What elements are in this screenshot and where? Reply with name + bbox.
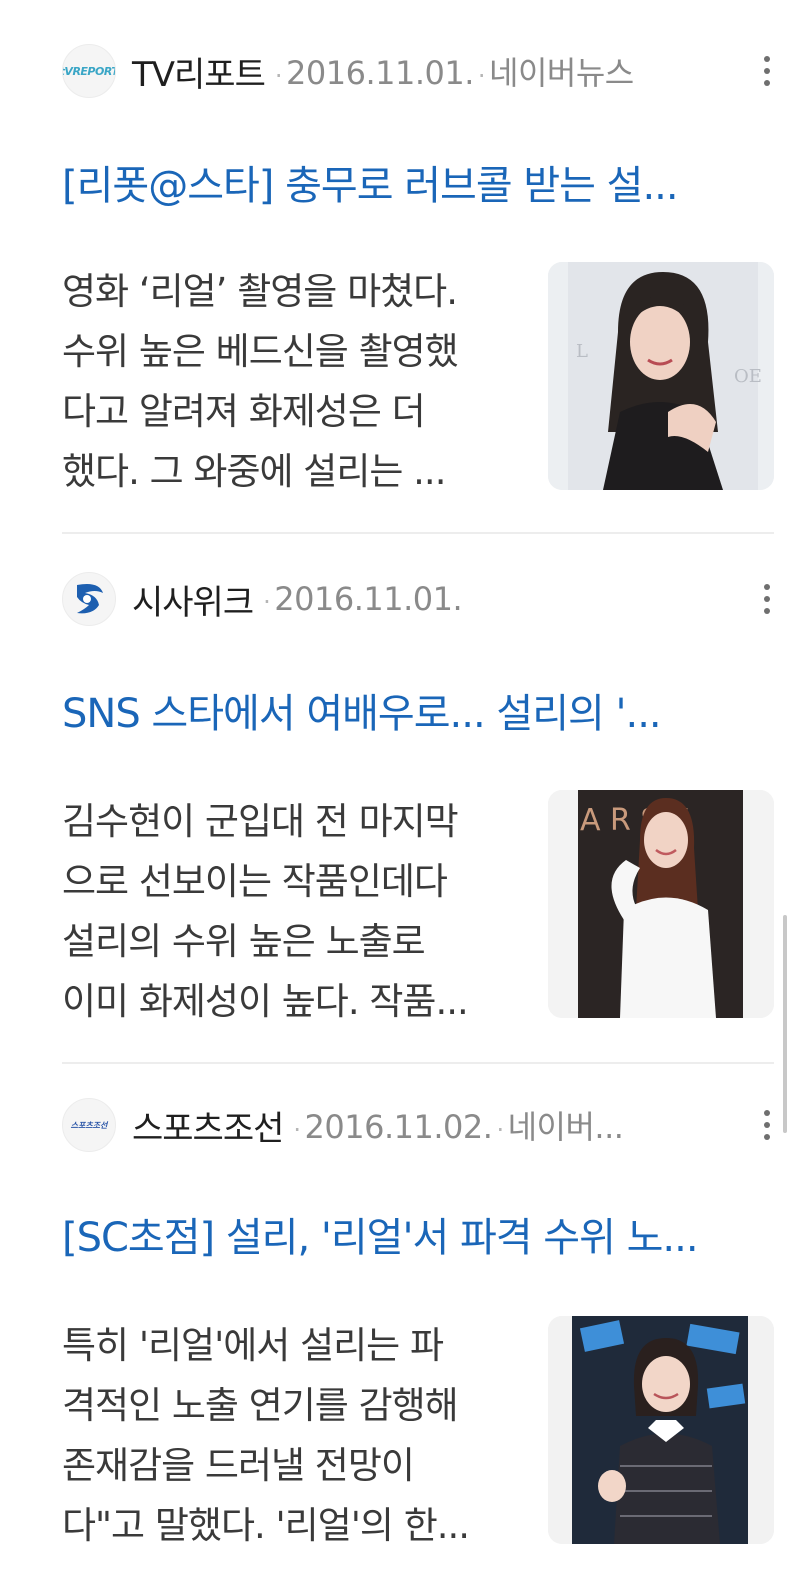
article-meta: · 2016.11.02. · 네이버... <box>293 1108 624 1146</box>
snippet-line: 존재감을 드러낼 전망이 <box>62 1444 415 1487</box>
article-source[interactable]: 네이버뉴스 <box>489 54 634 92</box>
article-headline[interactable]: SNS 스타에서 여배우로... 설리의 '... <box>62 686 772 742</box>
news-search-results: tVREPORT TV리포트 · 2016.11.01. · 네이버뉴스 [리폿@스타… <box>0 0 800 1592</box>
more-dot <box>764 68 770 74</box>
article-snippet[interactable]: 영화 ‘리얼’ 촬영을 마쳤다. 수위 높은 베드신을 촬영했 다고 알려져 화… <box>62 262 532 502</box>
more-dot <box>764 56 770 62</box>
article-snippet[interactable]: 김수현이 군입대 전 마지막 으로 선보이는 작품인데다 설리의 수위 높은 노… <box>62 792 532 1032</box>
source-row: tVREPORT TV리포트 · 2016.11.01. · 네이버뉴스 <box>62 42 782 100</box>
article-meta: · 2016.11.01. · 네이버뉴스 <box>274 54 634 92</box>
article-date: 2016.11.02. <box>304 1108 493 1146</box>
snippet-line: 수위 높은 베드신을 촬영했 <box>62 330 459 373</box>
more-dot <box>764 1122 770 1128</box>
divider <box>62 1062 774 1064</box>
article-headline[interactable]: [리폿@스타] 충무로 러브콜 받는 설... <box>62 158 772 214</box>
press-logo[interactable]: 스포츠조선 <box>62 1098 116 1152</box>
press-logo[interactable] <box>62 572 116 626</box>
snippet-line: 이미 화제성이 높다. 작품... <box>62 980 469 1023</box>
more-dot <box>764 80 770 86</box>
snippet-line: 했다. 그 와중에 설리는 ... <box>62 450 446 493</box>
scrollbar[interactable] <box>783 915 787 1133</box>
article-meta: · 2016.11.01. <box>263 580 463 618</box>
snippet-line: 다고 알려져 화제성은 더 <box>62 390 426 433</box>
more-dot <box>764 608 770 614</box>
article-thumbnail[interactable]: A R S T <box>548 790 774 1018</box>
snippet-line: 설리의 수위 높은 노출로 <box>62 920 426 963</box>
more-dot <box>764 584 770 590</box>
article-date: 2016.11.01. <box>286 54 474 92</box>
more-dot <box>764 1134 770 1140</box>
article-snippet[interactable]: 특히 '리얼'에서 설리는 파 격적인 노출 연기를 감행해 존재감을 드러낼 … <box>62 1316 532 1556</box>
article-source[interactable]: 네이버... <box>508 1108 624 1146</box>
press-name[interactable]: 시사위크 <box>132 575 254 624</box>
article-headline[interactable]: [SC초점] 설리, '리얼'서 파격 수위 노... <box>62 1210 772 1266</box>
snippet-line: 격적인 노출 연기를 감행해 <box>62 1384 459 1427</box>
sisaweek-logo-icon <box>77 584 103 614</box>
svg-text:OE: OE <box>734 366 762 387</box>
press-logo-text: 스포츠조선 <box>70 1120 108 1130</box>
divider <box>62 532 774 534</box>
more-options-button[interactable] <box>752 50 782 92</box>
source-row: 시사위크 · 2016.11.01. <box>62 570 782 628</box>
more-options-button[interactable] <box>752 578 782 620</box>
press-name[interactable]: 스포츠조선 <box>132 1101 284 1150</box>
press-name[interactable]: TV리포트 <box>132 47 266 96</box>
thumbnail-photo: A R S T <box>548 790 774 1018</box>
snippet-line: 특히 '리얼'에서 설리는 파 <box>62 1324 444 1367</box>
more-dot <box>764 596 770 602</box>
press-logo[interactable]: tVREPORT <box>62 44 116 98</box>
press-logo-text: tVREPORT <box>62 64 116 78</box>
snippet-line: 영화 ‘리얼’ 촬영을 마쳤다. <box>62 270 458 313</box>
article-thumbnail[interactable] <box>548 1316 774 1544</box>
more-options-button[interactable] <box>752 1104 782 1146</box>
snippet-line: 으로 선보이는 작품인데다 <box>62 860 448 903</box>
article-date: 2016.11.01. <box>274 580 463 618</box>
snippet-line: 다"고 말했다. '리얼'의 한... <box>62 1504 470 1547</box>
svg-text:L: L <box>576 341 588 362</box>
article-thumbnail[interactable]: L OE <box>548 262 774 490</box>
thumbnail-photo: L OE <box>548 262 774 490</box>
thumbnail-photo <box>548 1316 774 1544</box>
snippet-line: 김수현이 군입대 전 마지막 <box>62 800 459 843</box>
source-row: 스포츠조선 스포츠조선 · 2016.11.02. · 네이버... <box>62 1096 782 1154</box>
more-dot <box>764 1110 770 1116</box>
